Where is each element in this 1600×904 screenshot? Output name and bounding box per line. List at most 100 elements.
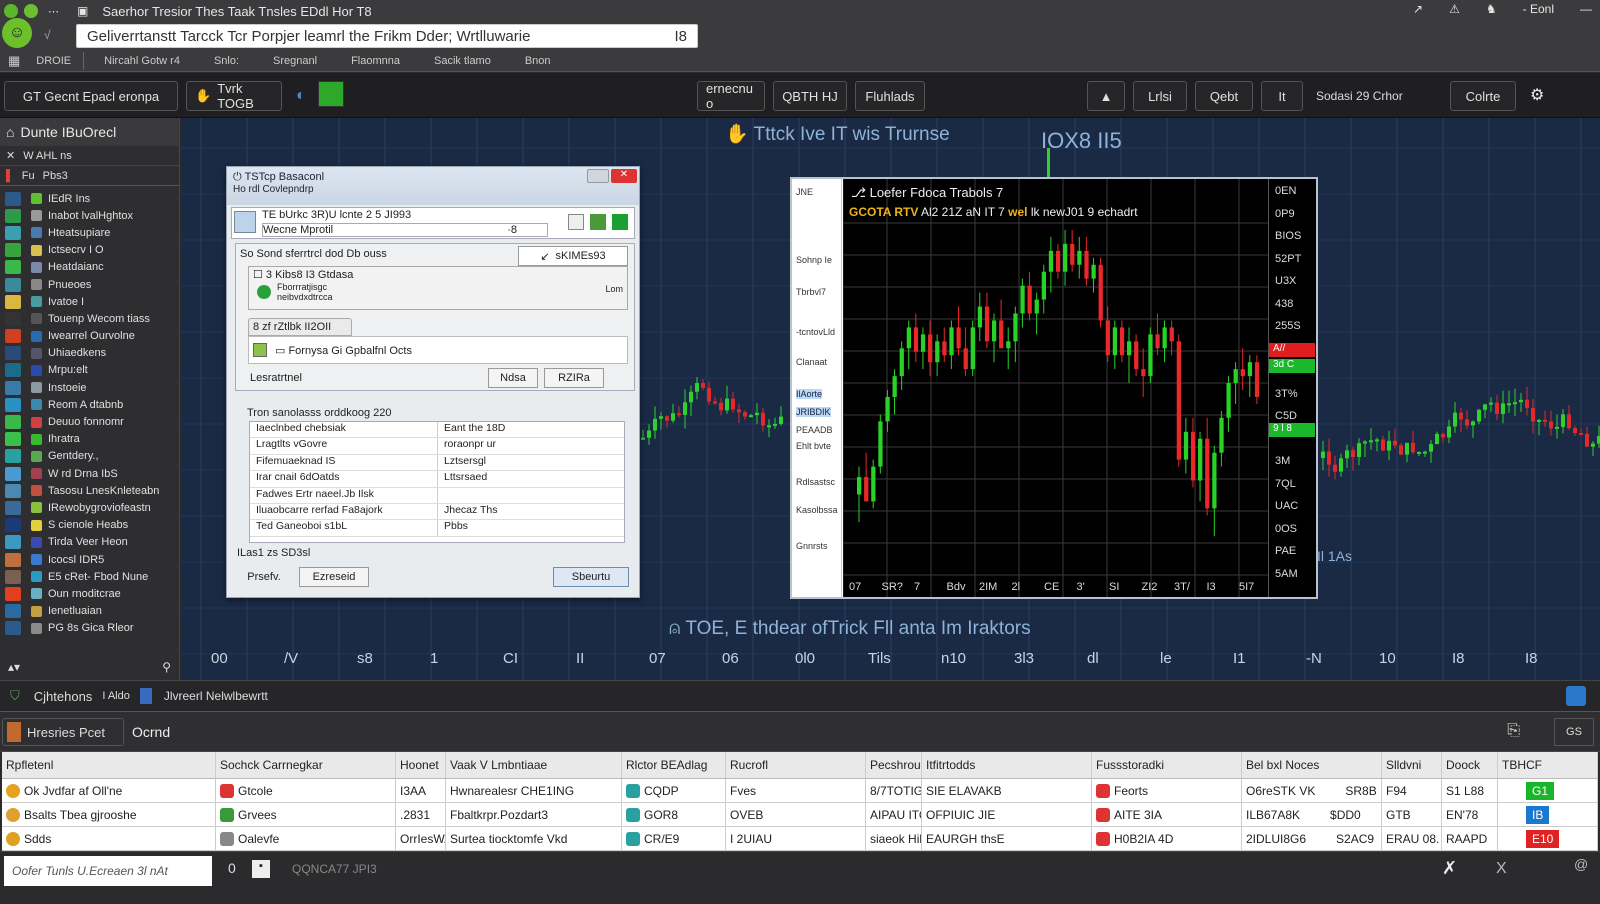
save-icon[interactable] [612, 214, 628, 230]
dialog-table-row[interactable]: Fifemuaeknad IS Lztsersgl [250, 454, 624, 472]
wrench-icon[interactable] [568, 214, 584, 230]
dialog-table-row[interactable]: Iaeclnbed chebsiak Eant the 18D [250, 422, 624, 439]
sidebar-item[interactable]: S cienole Heabs [0, 517, 179, 534]
column-header[interactable]: Hoonet [396, 752, 446, 778]
column-header[interactable]: Fussstoradki [1092, 752, 1242, 778]
footer-button-1[interactable]: Ndsa [488, 368, 538, 388]
sidebar-item[interactable]: Hteatsupiare [0, 224, 179, 241]
column-header[interactable]: Itfitrtodds [922, 752, 1092, 778]
footer-button-2[interactable]: RZIRa [544, 368, 604, 388]
symbol-list-item[interactable]: Sohnp Ie [796, 255, 832, 265]
sort-arrows-icon[interactable]: ▴▾ [8, 660, 20, 674]
menu-item-4[interactable]: Flaomnna [351, 55, 400, 67]
symbol-list-item[interactable]: PEAADB [796, 425, 833, 435]
dialog-table-row[interactable]: Irar cnaiI 6dOatds Lttsrsaed [250, 471, 624, 488]
tools-icon[interactable]: ✗ [1442, 858, 1457, 879]
submit-button[interactable]: Sbeurtu [553, 567, 629, 587]
sidebar-item[interactable]: Icocsl IDR5 [0, 551, 179, 568]
toolbar-btn-1[interactable]: ernecnu o [697, 81, 765, 111]
sidebar-item[interactable]: Instoeie [0, 379, 179, 396]
sidebar-item[interactable]: IRewobygroviofeastn [0, 499, 179, 516]
close-panel-button[interactable]: Colrte [1450, 81, 1516, 111]
toolbar-btn-6[interactable]: It [1261, 81, 1303, 111]
column-header[interactable]: Doock [1442, 752, 1498, 778]
symbol-list-item[interactable]: JRIBDIK [796, 407, 831, 417]
menu-item-1[interactable]: Nircahl Gotw r4 [104, 55, 180, 67]
menu-item-0[interactable]: DROIE [36, 55, 71, 67]
close-icon[interactable]: X [1496, 860, 1507, 878]
symbol-list-item[interactable]: JNE [796, 187, 813, 197]
pin-icon[interactable]: ⚲ [162, 660, 171, 674]
symbol-list-item[interactable]: Ehlt bvte [796, 441, 831, 451]
sidebar-item[interactable]: Oun rnoditcrae [0, 585, 179, 602]
dialog-table-row[interactable]: Iluaobcarre rerfad Fa8ajork Jhecaz Ths [250, 503, 624, 521]
sidebar-item[interactable]: Mrpu:elt [0, 362, 179, 379]
symbol-list-item[interactable]: Tbrbvl7 [796, 287, 826, 297]
at-icon[interactable]: @ [1574, 856, 1588, 872]
dialog-minimize-button[interactable] [587, 169, 609, 183]
command-input[interactable]: Oofer Tunls U.Ecreaen 3l nAt [4, 856, 212, 886]
sidebar-item[interactable]: Ihratra [0, 431, 179, 448]
sidebar-item[interactable]: Tasosu LnesKnleteabn [0, 482, 179, 499]
user-icon[interactable]: ♞ [1486, 2, 1497, 16]
warning-icon[interactable]: ⚠ [1449, 2, 1460, 16]
sidebar-item[interactable]: Iwearrel Ourvolne [0, 328, 179, 345]
sidebar-item[interactable]: Uhiaedkens [0, 345, 179, 362]
sidebar-item[interactable]: E5 cRet- Fbod Nune [0, 568, 179, 585]
clipboard-icon[interactable]: ⎘ [1507, 722, 1520, 740]
dialog-table-row[interactable]: Lragtlts vGovre roraonpr ur [250, 438, 624, 455]
connect-button[interactable]: GT Gecnt Epacl eronpa [4, 81, 178, 111]
column-header[interactable]: Sochck Carrnegkar [216, 752, 396, 778]
menu-dash-icon[interactable]: ⋯ [48, 5, 59, 18]
column-header[interactable]: Slldvni [1382, 752, 1442, 778]
sidebar-item[interactable]: Pnueoes [0, 276, 179, 293]
menu-item-2[interactable]: Snlo: [214, 55, 239, 67]
panel-toggle-icon[interactable] [1566, 686, 1586, 706]
green-app-icon[interactable] [318, 81, 344, 107]
sidebar-item[interactable]: Reom A dtabnb [0, 396, 179, 413]
column-header[interactable]: Rlctor BEAdlag [622, 752, 726, 778]
dialog-table-row[interactable]: Ted Ganeoboi s1bL Pbbs [250, 520, 624, 537]
dialog-tab[interactable]: 8 zf rZtlbk II2OII [248, 318, 352, 336]
sidebar-item[interactable]: PG 8s Gica Rleor [0, 620, 179, 637]
toolbar-btn-2[interactable]: QBTH HJ [773, 81, 847, 111]
menu-item-3[interactable]: Sregnanl [273, 55, 317, 67]
sidebar-item[interactable]: Ivatoe I [0, 293, 179, 310]
symbol-list-item[interactable]: Kasolbssa [796, 505, 838, 515]
options-label[interactable]: Cjhtehons [34, 689, 93, 704]
grid-icon[interactable]: ▦ [8, 53, 20, 69]
checkbox[interactable] [253, 343, 267, 357]
dialog-titlebar[interactable]: ⏻ TSTcp Basaconl Ho rdl Covlepndrp ✕ [227, 167, 639, 205]
dialog-input[interactable]: Wecne Mprotil ·8 [262, 223, 548, 237]
toolbar-btn-5[interactable]: Qebt [1195, 81, 1253, 111]
browser-icon[interactable]: ◐ [296, 87, 306, 105]
dialog-close-button[interactable]: ✕ [611, 169, 637, 183]
sidebar-item[interactable]: Gentdery., [0, 448, 179, 465]
pin-icon[interactable]: ↗ [1413, 2, 1423, 16]
menu-item-5[interactable]: Sacik tlamo [434, 55, 491, 67]
preview-button[interactable]: Prsefv. [233, 567, 295, 587]
sidebar-item[interactable]: Ienetluaian [0, 603, 179, 620]
table-row[interactable]: Sdds Oalevfe OrrIesWA Surtea tiocktomfe Vkd… [2, 827, 1598, 851]
sidebar-item[interactable]: Deuuo fonnomr [0, 413, 179, 430]
lock-icon[interactable]: ▪ [252, 860, 270, 878]
menu-item-6[interactable]: Bnon [525, 55, 551, 67]
sidebar-item[interactable]: Heatdaianc [0, 259, 179, 276]
column-header[interactable]: Rucrofl [726, 752, 866, 778]
sidebar-filter[interactable]: ▌ Fu Pbs3 [0, 166, 179, 186]
table-row[interactable]: Bsalts Tbea gjrooshe Grvees .2831 Fbaltkrpr… [2, 803, 1598, 827]
track-button[interactable]: ✋ Tvrk TOGB [186, 81, 282, 111]
section-item[interactable]: ☐ 3 Kibs8 I3 Gtdasa Fborrratjisgc neibvd… [248, 266, 628, 310]
column-header[interactable]: Bel bxl Noces [1242, 752, 1382, 778]
symbol-list-item[interactable]: IlAorte [796, 389, 823, 399]
toolbar-btn-3[interactable]: Fluhlads [855, 81, 925, 111]
sidebar-item[interactable]: W rd Drna IbS [0, 465, 179, 482]
image-icon[interactable] [590, 214, 606, 230]
column-header[interactable]: Rpfletenl [2, 752, 216, 778]
sidebar-item[interactable]: IEdR Ins [0, 190, 179, 207]
section-dropdown[interactable]: ↙ sKIMEs93 [518, 246, 628, 266]
up-button[interactable]: ▲ [1087, 81, 1125, 111]
column-header[interactable]: TBHCF [1498, 752, 1598, 778]
symbol-list-item[interactable]: Rdlsastsc [796, 477, 835, 487]
chart-plot-area[interactable]: ⎇ Loefer Fdoca Trabols 7 GCOTA RTV Al2 2… [842, 179, 1268, 597]
